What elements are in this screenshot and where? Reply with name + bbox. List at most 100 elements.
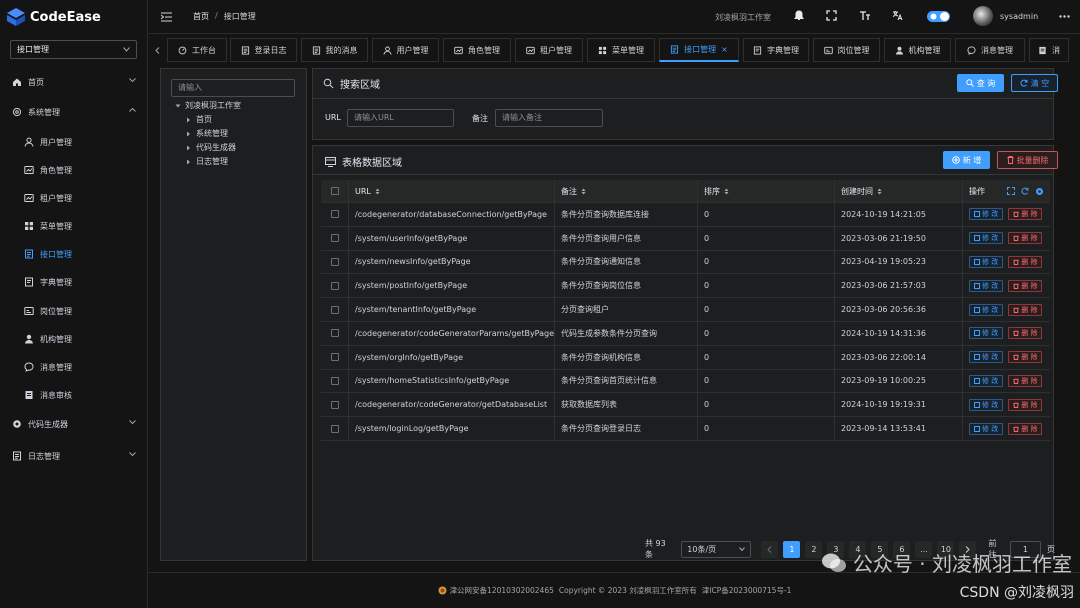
delete-button[interactable]: 删 除 (1008, 327, 1043, 340)
sidebar-item[interactable]: 接口管理 (0, 240, 148, 268)
tabs-scroll-left-icon[interactable] (155, 47, 160, 54)
settings-icon[interactable] (1035, 187, 1044, 196)
tab[interactable]: 工作台 (167, 38, 227, 62)
sidebar-item[interactable]: 字典管理 (0, 268, 148, 296)
page-button[interactable]: 2 (805, 540, 823, 558)
delete-button[interactable]: 删 除 (1008, 374, 1043, 387)
delete-button[interactable]: 删 除 (1008, 351, 1043, 364)
edit-button[interactable]: 修 改 (969, 255, 1004, 268)
refresh-icon[interactable] (1021, 187, 1029, 195)
sort-icon[interactable] (877, 188, 882, 195)
tab[interactable]: 用户管理 (372, 38, 439, 62)
sidebar-item[interactable]: 机构管理 (0, 325, 148, 353)
delete-button[interactable]: 删 除 (1008, 208, 1043, 221)
delete-button[interactable]: 删 除 (1008, 255, 1043, 268)
prev-page-button[interactable] (761, 540, 779, 558)
bell-icon[interactable] (794, 10, 804, 21)
username[interactable]: sysadmin (1000, 12, 1038, 21)
tree-node[interactable]: 日志管理 (175, 155, 305, 169)
sidebar-item[interactable]: 角色管理 (0, 156, 148, 184)
module-select[interactable]: 接口管理 (10, 40, 137, 59)
tab[interactable]: 机构管理 (884, 38, 951, 62)
delete-button[interactable]: 删 除 (1008, 279, 1043, 292)
sidebar-item-label: 系统管理 (28, 107, 60, 117)
menu-fold-icon[interactable] (161, 12, 172, 22)
sidebar-item[interactable]: 岗位管理 (0, 297, 148, 325)
row-checkbox[interactable] (330, 400, 339, 409)
page-size-select[interactable]: 10条/页 (681, 540, 752, 558)
row-checkbox[interactable] (330, 281, 339, 290)
sidebar-item[interactable]: 系统管理 (0, 98, 148, 126)
edit-button[interactable]: 修 改 (969, 351, 1004, 364)
sidebar-item[interactable]: 租户管理 (0, 184, 148, 212)
row-checkbox[interactable] (330, 234, 339, 243)
add-button[interactable]: 新 增 (943, 151, 990, 169)
fullscreen-icon[interactable] (1007, 187, 1015, 195)
row-checkbox[interactable] (330, 424, 339, 433)
delete-button[interactable]: 删 除 (1008, 232, 1043, 245)
edit-button[interactable]: 修 改 (969, 303, 1004, 316)
tree-search-input[interactable]: 请输入 (171, 79, 295, 97)
edit-button[interactable]: 修 改 (969, 422, 1004, 435)
font-size-icon[interactable] (859, 10, 871, 21)
sidebar-item[interactable]: 菜单管理 (0, 212, 148, 240)
tab[interactable]: 租户管理 (515, 38, 583, 62)
tree-node[interactable]: 系统管理 (175, 127, 305, 141)
edit-button[interactable]: 修 改 (969, 327, 1004, 340)
police-record[interactable]: 津公网安备12010302002465 (450, 585, 554, 596)
breadcrumb-home[interactable]: 首页 (193, 11, 209, 22)
select-all-checkbox[interactable] (330, 187, 339, 195)
tree-node[interactable]: 代码生成器 (175, 141, 305, 155)
sidebar-item[interactable]: 用户管理 (0, 128, 148, 156)
tab[interactable]: 登录日志 (230, 38, 297, 62)
edit-button[interactable]: 修 改 (969, 232, 1004, 245)
sort-icon[interactable] (724, 188, 729, 195)
batch-delete-button[interactable]: 批量删除 (997, 151, 1058, 169)
row-checkbox[interactable] (330, 353, 339, 362)
page-button[interactable]: 1 (783, 540, 801, 558)
tab[interactable]: 角色管理 (443, 38, 511, 62)
plus-circle-icon (951, 156, 960, 164)
studio-name: 刘凌枫羽工作室 (715, 13, 771, 22)
sidebar-item[interactable]: 消息管理 (0, 353, 148, 381)
tab[interactable]: 菜单管理 (587, 38, 655, 62)
sort-icon[interactable] (375, 188, 380, 195)
theme-toggle[interactable] (927, 11, 950, 22)
tab[interactable]: 接口管理 × (659, 38, 739, 62)
sidebar-item[interactable]: 首页 (0, 68, 148, 96)
tab[interactable]: 字典管理 (743, 38, 809, 62)
edit-button[interactable]: 修 改 (969, 398, 1004, 411)
sort-icon[interactable] (581, 188, 586, 195)
edit-button[interactable]: 修 改 (969, 279, 1004, 292)
sidebar-item[interactable]: 代码生成器 (0, 410, 148, 438)
translate-icon[interactable] (892, 10, 903, 21)
tab[interactable]: 我的消息 (301, 38, 368, 62)
tab[interactable]: 消息管理 (955, 38, 1025, 62)
tab[interactable]: 消 (1029, 38, 1069, 62)
tab[interactable]: 岗位管理 (813, 38, 880, 62)
delete-button[interactable]: 删 除 (1008, 398, 1043, 411)
query-button[interactable]: 查 询 (957, 74, 1004, 92)
tree-node[interactable]: 首页 (175, 113, 305, 127)
remark-input[interactable]: 请输入备注 (495, 109, 603, 127)
row-checkbox[interactable] (330, 210, 339, 219)
more-icon[interactable] (1059, 15, 1070, 18)
sidebar-item[interactable]: 日志管理 (0, 442, 148, 470)
app-logo[interactable]: CodeEase (0, 0, 148, 34)
row-checkbox[interactable] (330, 329, 339, 338)
tree-node-root[interactable]: 刘凌枫羽工作室 (175, 99, 305, 113)
row-checkbox[interactable] (330, 257, 339, 266)
url-input[interactable]: 请输入URL (347, 109, 454, 127)
edit-button[interactable]: 修 改 (969, 208, 1004, 221)
avatar[interactable] (973, 6, 993, 26)
delete-button[interactable]: 删 除 (1008, 422, 1043, 435)
row-checkbox[interactable] (330, 305, 339, 314)
fullscreen-icon[interactable] (826, 10, 837, 21)
sidebar-item[interactable]: 消息审核 (0, 381, 148, 409)
close-icon[interactable]: × (721, 45, 728, 54)
icp-record[interactable]: 津ICP备2023000715号-1 (702, 585, 792, 596)
edit-button[interactable]: 修 改 (969, 374, 1004, 387)
clear-button[interactable]: 清 空 (1011, 74, 1058, 92)
delete-button[interactable]: 删 除 (1008, 303, 1043, 316)
row-checkbox[interactable] (330, 376, 339, 385)
